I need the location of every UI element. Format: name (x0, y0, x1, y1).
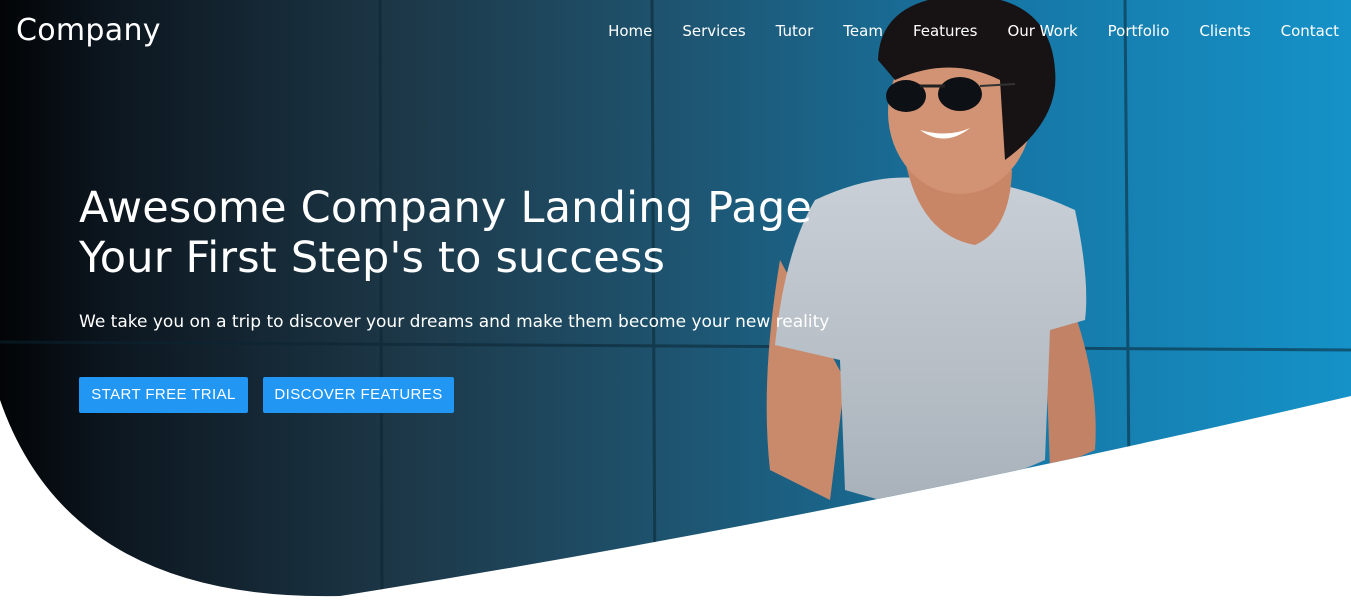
hero-headline-line2: Your First Step's to success (79, 233, 666, 283)
discover-features-button[interactable]: DISCOVER FEATURES (263, 377, 454, 413)
hero-section: Company Home Services Tutor Team Feature… (0, 0, 1351, 602)
nav-item-tutor[interactable]: Tutor (776, 22, 814, 40)
brand-logo[interactable]: Company (16, 13, 161, 48)
nav-item-team[interactable]: Team (843, 22, 883, 40)
hero-headline-line1: Awesome Company Landing Page (79, 183, 812, 233)
start-free-trial-button[interactable]: START FREE TRIAL (79, 377, 248, 413)
top-navbar: Company Home Services Tutor Team Feature… (0, 0, 1351, 64)
nav-item-our-work[interactable]: Our Work (1007, 22, 1077, 40)
hero-headline: Awesome Company Landing Page Your First … (79, 183, 812, 283)
nav-item-services[interactable]: Services (682, 22, 745, 40)
nav-item-contact[interactable]: Contact (1281, 22, 1339, 40)
hero-subtitle: We take you on a trip to discover your d… (79, 312, 830, 332)
hero-background (0, 0, 1351, 597)
nav-item-features[interactable]: Features (913, 22, 978, 40)
main-nav: Home Services Tutor Team Features Our Wo… (578, 22, 1339, 40)
nav-item-portfolio[interactable]: Portfolio (1108, 22, 1170, 40)
nav-item-clients[interactable]: Clients (1199, 22, 1250, 40)
nav-item-home[interactable]: Home (608, 22, 652, 40)
